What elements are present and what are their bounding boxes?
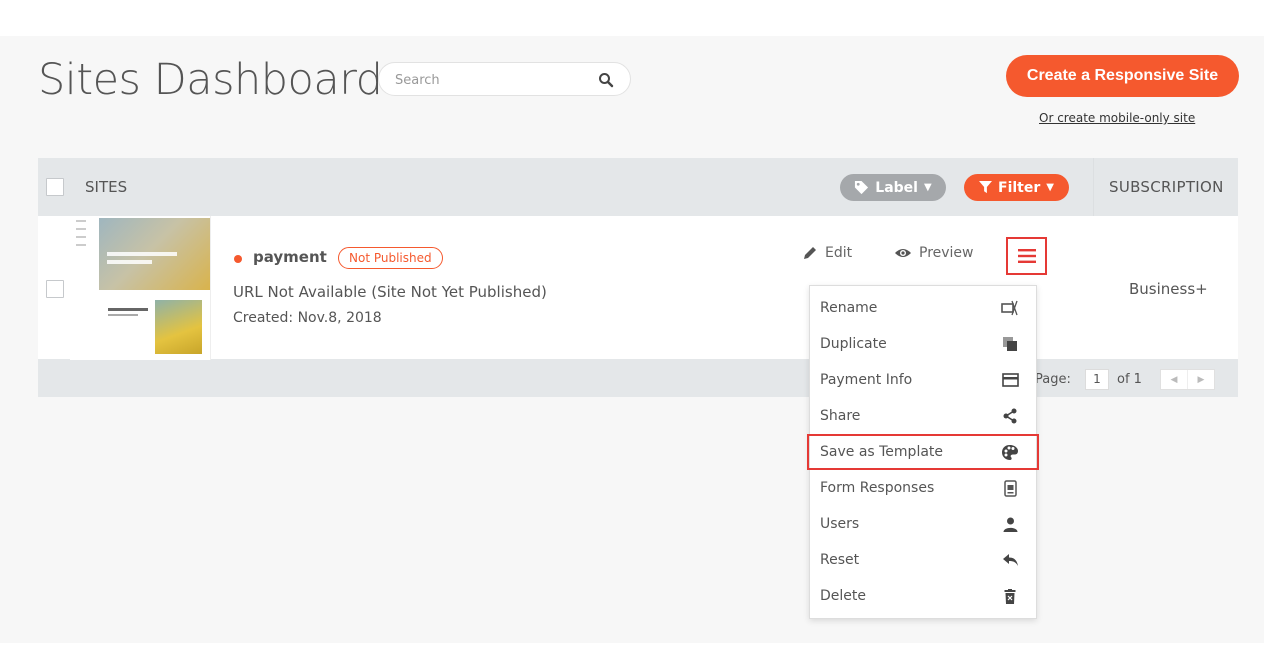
- share-icon: [1000, 406, 1020, 426]
- site-url: URL Not Available (Site Not Yet Publishe…: [233, 283, 547, 301]
- thumbnail-hero-text: [107, 260, 152, 264]
- table-footer: Page: 1 of 1 ◀ ▶: [38, 360, 1238, 397]
- menu-item-label: Delete: [820, 588, 866, 604]
- page-total: of 1: [1117, 372, 1142, 387]
- column-header-subscription: SUBSCRIPTION: [1109, 178, 1224, 196]
- edit-label: Edit: [825, 245, 853, 261]
- menu-item-label: Save as Template: [820, 444, 944, 460]
- menu-item-save-as-template[interactable]: Save as Template: [807, 434, 1039, 470]
- menu-item-share[interactable]: Share: [810, 398, 1036, 434]
- pencil-icon: [804, 247, 816, 259]
- page-label: Page:: [1035, 372, 1071, 387]
- rename-icon: [1000, 298, 1020, 318]
- thumbnail-nav: [76, 220, 96, 270]
- filter-icon: [979, 181, 993, 194]
- preview-button[interactable]: Preview: [894, 245, 974, 261]
- form-icon: [1000, 478, 1020, 498]
- palette-icon: [1000, 442, 1020, 462]
- label-button-text: Label: [875, 179, 918, 196]
- page-number-input[interactable]: 1: [1085, 369, 1109, 390]
- menu-item-label: Payment Info: [820, 372, 913, 388]
- menu-item-delete[interactable]: Delete: [810, 578, 1036, 614]
- create-responsive-site-button[interactable]: Create a Responsive Site: [1006, 55, 1239, 97]
- thumbnail-hero-text: [107, 252, 177, 256]
- table-header: SITES Label ▼ Filter ▼ SUBSCRIPTION: [38, 158, 1238, 360]
- credit-card-icon: [1000, 370, 1020, 390]
- filter-button-text: Filter: [998, 179, 1041, 196]
- pager: ◀ ▶: [1160, 369, 1215, 390]
- search-icon[interactable]: [598, 72, 614, 88]
- menu-item-label: Rename: [820, 300, 878, 316]
- menu-item-form-responses[interactable]: Form Responses: [810, 470, 1036, 506]
- select-all-checkbox[interactable]: [46, 178, 64, 196]
- page-title: Sites Dashboard: [38, 55, 383, 105]
- prev-page-button[interactable]: ◀: [1161, 370, 1187, 389]
- tag-icon: [855, 180, 869, 195]
- menu-item-label: Reset: [820, 552, 860, 568]
- thumbnail-block-text: [108, 308, 148, 311]
- site-thumbnail[interactable]: [70, 216, 211, 360]
- filter-dropdown-button[interactable]: Filter ▼: [964, 174, 1069, 201]
- label-dropdown-button[interactable]: Label ▼: [840, 174, 946, 201]
- menu-item-label: Form Responses: [820, 480, 935, 496]
- status-badge: Not Published: [338, 247, 443, 269]
- search-input[interactable]: [395, 70, 595, 90]
- column-header-sites: SITES: [85, 178, 128, 196]
- duplicate-icon: [1000, 334, 1020, 354]
- edit-button[interactable]: Edit: [802, 245, 852, 261]
- menu-item-label: Duplicate: [820, 336, 887, 352]
- trash-icon: [1000, 586, 1020, 606]
- reply-icon: [1000, 550, 1020, 570]
- status-dot: [234, 255, 242, 263]
- preview-label: Preview: [919, 245, 974, 261]
- menu-item-duplicate[interactable]: Duplicate: [810, 326, 1036, 362]
- more-options-button[interactable]: [1006, 237, 1047, 275]
- next-page-button[interactable]: ▶: [1187, 370, 1214, 389]
- hamburger-menu-icon: [1017, 249, 1036, 263]
- thumbnail-image: [155, 300, 202, 354]
- caret-down-icon: ▼: [923, 182, 932, 193]
- eye-icon: [895, 249, 911, 257]
- create-mobile-site-link[interactable]: Or create mobile-only site: [1039, 111, 1195, 125]
- caret-down-icon: ▼: [1046, 182, 1054, 193]
- sites-table: SITES Label ▼ Filter ▼ SUBSCRIPTION paym…: [38, 158, 1238, 397]
- thumbnail-block-text: [108, 314, 138, 316]
- site-options-menu: Rename Duplicate Payment Info Share Save…: [807, 285, 1039, 619]
- menu-item-rename[interactable]: Rename: [810, 290, 1036, 326]
- menu-item-label: Share: [820, 408, 861, 424]
- menu-item-users[interactable]: Users: [810, 506, 1036, 542]
- row-checkbox[interactable]: [46, 280, 64, 298]
- menu-item-reset[interactable]: Reset: [810, 542, 1036, 578]
- site-created-date: Created: Nov.8, 2018: [233, 310, 382, 326]
- site-name[interactable]: payment: [253, 248, 327, 266]
- table-row: payment Not Published URL Not Available …: [38, 216, 1238, 360]
- menu-item-payment-info[interactable]: Payment Info: [810, 362, 1036, 398]
- subscription-value: Business+: [1129, 280, 1208, 298]
- search-box[interactable]: [378, 62, 631, 96]
- menu-item-label: Users: [820, 516, 860, 532]
- user-icon: [1000, 514, 1020, 534]
